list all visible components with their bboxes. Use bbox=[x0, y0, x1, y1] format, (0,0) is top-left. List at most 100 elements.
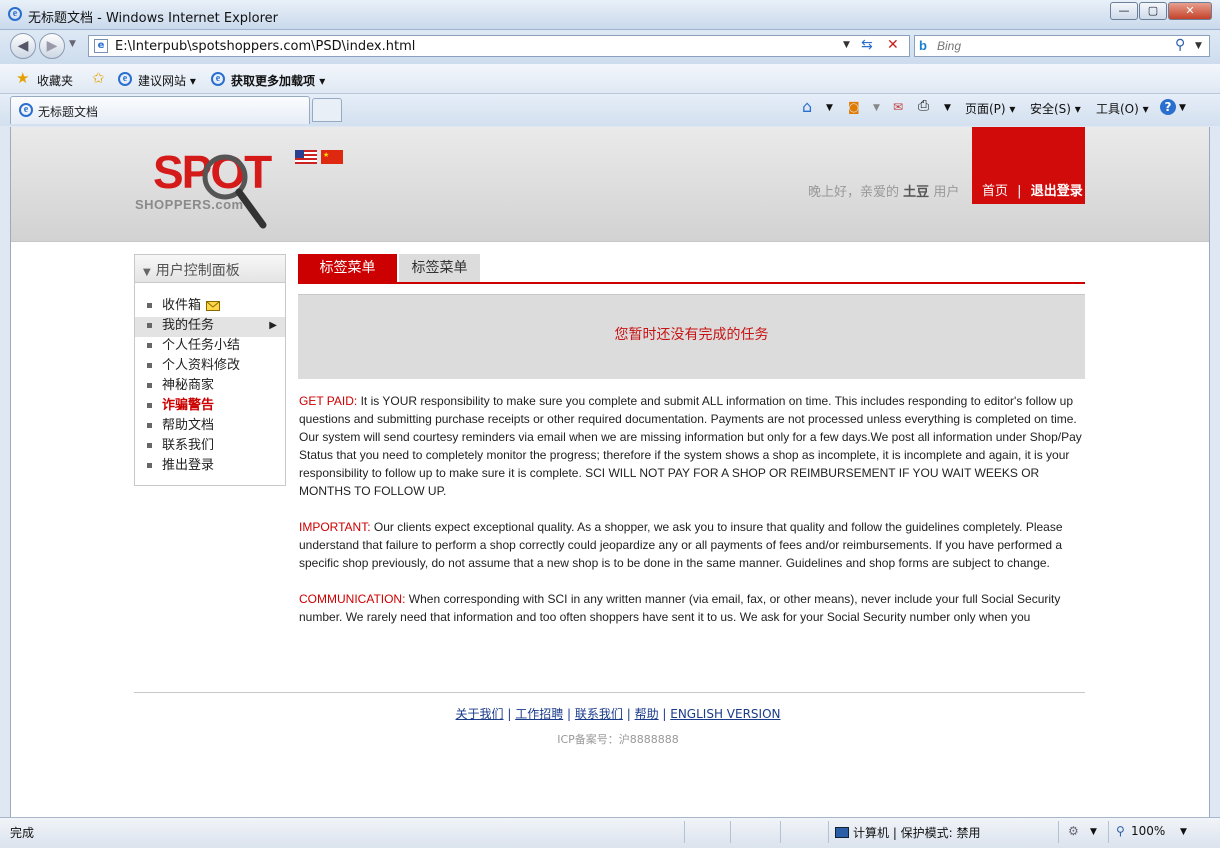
add-favorite-icon[interactable]: ✩ bbox=[92, 69, 105, 87]
nav-separator: | bbox=[1017, 184, 1022, 199]
status-divider bbox=[1058, 821, 1059, 843]
help-icon[interactable]: ? bbox=[1160, 99, 1176, 115]
footer-links: 关于我们 | 工作招聘 | 联系我们 | 帮助 | ENGLISH VERSIO… bbox=[455, 707, 781, 721]
sidebar-item-help-docs[interactable]: 帮助文档 bbox=[135, 417, 285, 437]
security-zone-text[interactable]: 计算机 | 保护模式: 禁用 bbox=[853, 824, 981, 841]
panel-header[interactable]: ▼ 用户控制面板 bbox=[135, 255, 285, 283]
envelope-icon bbox=[206, 301, 221, 311]
user-control-panel: ▼ 用户控制面板 收件箱 我的任务 ▶ 个人任务小结 个人资料修改 神秘商家 诈骗警… bbox=[134, 254, 286, 486]
refresh-icon[interactable]: ⇆ bbox=[861, 37, 873, 53]
us-flag-icon[interactable] bbox=[295, 150, 317, 164]
sidebar-item-edit-profile[interactable]: 个人资料修改 bbox=[135, 357, 285, 377]
get-paid-paragraph: GET PAID: It is YOUR responsibility to m… bbox=[299, 394, 1082, 498]
footer-link-help[interactable]: 帮助 bbox=[635, 707, 659, 721]
get-addons-link[interactable]: 获取更多加载项 ▾ bbox=[231, 72, 325, 89]
footer-divider bbox=[134, 692, 1085, 693]
bing-icon: b bbox=[919, 38, 927, 53]
logout-link[interactable]: 退出登录 bbox=[1031, 184, 1083, 199]
home-icon[interactable]: ⌂ bbox=[802, 97, 812, 116]
sidebar-item-logout[interactable]: 推出登录 bbox=[135, 457, 285, 477]
no-task-message: 您暂时还没有完成的任务 bbox=[614, 327, 769, 343]
mail-icon[interactable]: ✉ bbox=[893, 100, 903, 114]
tab-menu-2[interactable]: 标签菜单 bbox=[399, 254, 480, 282]
back-button[interactable]: ◀ bbox=[10, 33, 36, 59]
suggested-sites-link[interactable]: 建议网站 ▾ bbox=[138, 72, 196, 89]
sidebar-item-task-summary[interactable]: 个人任务小结 bbox=[135, 337, 285, 357]
addons-icon: e bbox=[211, 72, 225, 86]
page-menu[interactable]: 页面(P) ▾ bbox=[965, 100, 1015, 117]
status-text: 完成 bbox=[10, 826, 35, 840]
protected-mode-icon[interactable]: ⚙ bbox=[1068, 824, 1079, 838]
address-bar[interactable]: e E:\Interpub\spotshoppers.com\PSD\index… bbox=[88, 35, 910, 57]
favorites-star-icon: ★ bbox=[16, 69, 30, 87]
suggested-sites-icon: e bbox=[118, 72, 132, 86]
sidebar-item-fraud-warning[interactable]: 诈骗警告 bbox=[135, 397, 285, 417]
home-link[interactable]: 首页 bbox=[982, 184, 1008, 199]
task-notice: 您暂时还没有完成的任务 bbox=[298, 294, 1085, 379]
greeting-text: 晚上好，亲爱的 土豆 用户 bbox=[808, 185, 960, 200]
favorites-button[interactable]: 收藏夹 bbox=[37, 72, 73, 89]
tools-menu[interactable]: 工具(O) ▾ bbox=[1096, 100, 1149, 117]
status-divider bbox=[828, 821, 829, 843]
tab-title: 无标题文档 bbox=[38, 105, 99, 119]
tab-menu-1[interactable]: 标签菜单 bbox=[298, 254, 397, 282]
safety-menu[interactable]: 安全(S) ▾ bbox=[1030, 100, 1081, 117]
site-logo[interactable]: SPOT SHOPPERS.com bbox=[133, 143, 273, 229]
site-header: SPOT SHOPPERS.com ★ 晚上好，亲爱的 土豆 用户 首页 | 退… bbox=[11, 127, 1209, 242]
feeds-dropdown-icon[interactable]: ▼ bbox=[873, 103, 880, 113]
account-nav-box: 首页 | 退出登录 bbox=[972, 127, 1085, 204]
status-divider bbox=[780, 821, 781, 843]
svg-text:★: ★ bbox=[323, 151, 329, 159]
address-url[interactable]: E:\Interpub\spotshoppers.com\PSD\index.h… bbox=[115, 39, 415, 54]
feeds-icon[interactable]: ◙ bbox=[848, 100, 860, 114]
zoom-icon: ⚲ bbox=[1116, 824, 1125, 838]
footer-link-english[interactable]: ENGLISH VERSION bbox=[670, 707, 780, 721]
window-title: 无标题文档 - Windows Internet Explorer bbox=[28, 11, 278, 26]
submenu-arrow-icon: ▶ bbox=[269, 320, 277, 331]
footer-link-about[interactable]: 关于我们 bbox=[456, 707, 504, 721]
stop-icon[interactable]: ✕ bbox=[887, 37, 899, 53]
favorites-bar: ★ 收藏夹 ✩ e 建议网站 ▾ e 获取更多加载项 ▾ bbox=[0, 64, 1220, 94]
minimize-button[interactable]: — bbox=[1110, 2, 1138, 20]
content-tabs: 标签菜单 标签菜单 bbox=[298, 254, 1085, 284]
page-icon: e bbox=[94, 39, 108, 53]
sidebar-item-mystery-merchant[interactable]: 神秘商家 bbox=[135, 377, 285, 397]
ie-logo-icon: e bbox=[8, 7, 22, 21]
status-divider bbox=[730, 821, 731, 843]
magnifier-icon bbox=[202, 154, 267, 229]
web-page: SPOT SHOPPERS.com ★ 晚上好，亲爱的 土豆 用户 首页 | 退… bbox=[10, 127, 1210, 817]
collapse-icon: ▼ bbox=[143, 267, 151, 278]
maximize-button[interactable]: ▢ bbox=[1139, 2, 1167, 20]
address-dropdown-icon[interactable]: ▼ bbox=[843, 40, 850, 50]
icp-record: ICP备案号：沪8888888 bbox=[557, 733, 679, 746]
greeting-username: 土豆 bbox=[903, 185, 930, 200]
status-divider bbox=[1108, 821, 1109, 843]
search-box[interactable]: b ⚲ ▼ bbox=[914, 35, 1210, 57]
zoom-dropdown-icon[interactable]: ▼ bbox=[1180, 827, 1187, 837]
protected-mode-dropdown-icon[interactable]: ▼ bbox=[1090, 827, 1097, 837]
sidebar-item-contact-us[interactable]: 联系我们 bbox=[135, 437, 285, 457]
search-dropdown-icon[interactable]: ▼ bbox=[1195, 41, 1202, 51]
new-tab-button[interactable] bbox=[312, 98, 342, 122]
important-paragraph: IMPORTANT: Our clients expect exceptiona… bbox=[299, 520, 1063, 570]
footer-link-jobs[interactable]: 工作招聘 bbox=[515, 707, 563, 721]
print-icon[interactable]: ⎙ bbox=[918, 98, 929, 114]
close-button[interactable]: ✕ bbox=[1168, 2, 1212, 20]
sidebar-item-my-tasks[interactable]: 我的任务 ▶ bbox=[135, 317, 285, 337]
tab-page-icon: e bbox=[19, 103, 33, 117]
search-input[interactable] bbox=[937, 38, 1177, 54]
status-bar: 完成 计算机 | 保护模式: 禁用 ⚙ ▼ ⚲ 100% ▼ bbox=[0, 817, 1220, 848]
sidebar-item-inbox[interactable]: 收件箱 bbox=[135, 297, 285, 317]
print-dropdown-icon[interactable]: ▼ bbox=[944, 103, 951, 113]
zoom-level[interactable]: 100% bbox=[1131, 824, 1165, 838]
help-dropdown-icon[interactable]: ▼ bbox=[1179, 103, 1186, 113]
history-dropdown-icon[interactable]: ▼ bbox=[69, 39, 76, 49]
browser-tab[interactable]: e 无标题文档 bbox=[10, 96, 310, 124]
forward-button[interactable]: ▶ bbox=[39, 33, 65, 59]
footer-link-contact[interactable]: 联系我们 bbox=[575, 707, 623, 721]
home-dropdown-icon[interactable]: ▼ bbox=[826, 103, 833, 113]
search-icon[interactable]: ⚲ bbox=[1175, 37, 1185, 53]
china-flag-icon[interactable]: ★ bbox=[321, 150, 343, 164]
status-divider bbox=[684, 821, 685, 843]
computer-zone-icon bbox=[835, 827, 849, 838]
